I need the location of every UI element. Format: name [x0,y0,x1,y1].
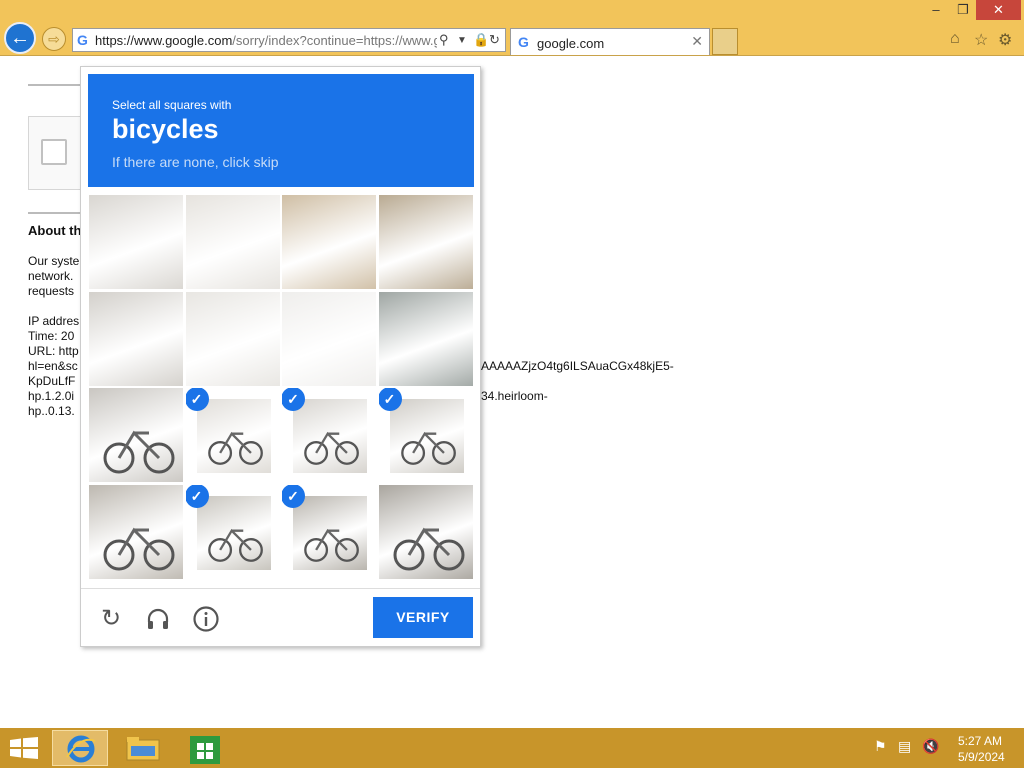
url-line: KpDuLfF [28,374,76,388]
tile-image [282,195,376,289]
network-icon[interactable]: ▤ [898,738,911,755]
image-tile[interactable]: ✓ [281,387,377,483]
image-tile[interactable] [377,483,474,580]
image-tile[interactable] [88,387,184,483]
divider [28,212,88,214]
tile-image [89,195,183,289]
image-tile[interactable] [88,194,184,290]
image-tile[interactable] [377,194,474,290]
image-tile[interactable] [281,194,377,290]
tile-image [293,495,367,570]
url-line: hl=en&sc [28,359,78,373]
info-icon[interactable] [192,605,220,633]
image-tile[interactable] [88,290,184,387]
minimize-button[interactable]: ‒ [922,0,950,20]
recaptcha-checkbox[interactable] [41,139,67,165]
challenge-header: Select all squares with bicycles If ther… [88,74,474,187]
tile-image [378,195,473,289]
file-explorer-taskbar-button[interactable] [115,730,171,766]
tile-image [185,195,280,289]
new-tab-button[interactable] [712,28,738,55]
url-text[interactable]: https://www.google.com/sorry/index?conti… [95,33,437,48]
image-tile[interactable]: ✓ [184,483,281,580]
arrow-left-icon: ← [10,27,30,49]
url-fragment: 34.heirloom- [481,389,548,403]
taskbar: ⚑ ▤ 🔇 5:27 AM 5/9/2024 [0,728,1024,768]
image-tile[interactable]: ✓ [377,387,474,483]
back-button[interactable]: ← [4,22,36,54]
image-tile[interactable]: ✓ [281,483,377,580]
headphones-audio-icon[interactable] [144,605,172,633]
about-heading: About th [28,223,82,238]
tile-image [378,484,473,579]
image-tile[interactable]: ✓ [184,387,281,483]
lock-icon[interactable]: 🔒 [473,32,489,48]
recaptcha-checkbox-card [28,116,88,190]
favorites-star-icon[interactable]: ☆ [974,30,988,50]
tile-image [293,399,367,473]
google-favicon-icon: G [518,34,529,50]
image-tile[interactable] [184,290,281,387]
close-window-button[interactable]: ✕ [976,0,1021,20]
clock-date[interactable]: 5/9/2024 [958,750,1005,764]
checkmark-icon: ✓ [282,484,305,508]
action-center-flag-icon[interactable]: ⚑ [874,738,887,755]
tile-image [89,388,183,482]
checkmark-icon: ✓ [185,388,209,411]
ip-label: IP addres [28,314,80,328]
volume-muted-icon[interactable]: 🔇 [922,738,939,755]
recaptcha-challenge: Select all squares with bicycles If ther… [80,66,481,647]
tile-image [185,291,280,386]
settings-gear-icon[interactable]: ⚙ [998,30,1012,50]
page-text-line: network. [28,269,74,283]
tile-image [89,291,183,386]
time-label: Time: 20 [28,329,75,343]
checkmark-icon: ✓ [282,388,305,411]
clock-time[interactable]: 5:27 AM [958,734,1002,748]
tile-image [89,484,183,579]
url-label: URL: http [28,344,79,358]
checkmark-icon: ✓ [378,388,402,411]
internet-explorer-taskbar-button[interactable] [52,730,108,766]
url-fragment: AAAAAZjzO4tg6ILSAuaCGx48kjE5- [481,359,674,373]
tile-image [196,495,271,570]
verify-button[interactable]: VERIFY [373,597,473,638]
dropdown-arrow-icon[interactable]: ▼ [457,35,467,46]
tile-image [378,291,473,386]
tab-close-icon[interactable]: ✕ [691,33,703,50]
tab-title: google.com [537,36,605,51]
browser-chrome: ‒ ❐ ✕ ← ⇨ G https://www.google.com/sorry… [0,0,1024,56]
image-tile[interactable] [88,483,184,580]
challenge-hint: If there are none, click skip [112,154,279,170]
page-text-line: requests [28,284,75,298]
tile-image [282,291,376,386]
arrow-right-icon: ⇨ [48,31,60,47]
reload-icon[interactable]: ↻ [97,605,125,633]
refresh-icon[interactable]: ↻ [489,32,500,48]
page-text-line: Our syste [28,254,80,268]
address-bar[interactable]: G https://www.google.com/sorry/index?con… [72,28,506,52]
restore-button[interactable]: ❐ [950,0,976,20]
footer-divider [81,588,480,589]
google-favicon-icon: G [77,32,88,48]
tab-google[interactable]: G google.com ✕ [510,28,710,55]
image-tile[interactable] [281,290,377,387]
challenge-image-grid: ✓ ✓ ✓ ✓ ✓ [88,194,474,580]
image-tile[interactable] [184,194,281,290]
forward-button[interactable]: ⇨ [42,27,66,51]
tile-image [389,399,464,473]
checkmark-icon: ✓ [185,484,209,508]
search-icon[interactable]: ⚲ [439,32,449,48]
store-taskbar-button[interactable] [176,730,232,766]
challenge-instruction: Select all squares with [112,98,232,112]
challenge-target: bicycles [112,114,219,144]
url-line: hp..0.13. [28,404,75,418]
windows-start-icon[interactable] [10,737,38,759]
home-icon[interactable]: ⌂ [950,30,960,48]
tile-image [196,399,271,473]
url-line: hp.1.2.0i [28,389,75,403]
divider [28,84,88,86]
image-tile[interactable] [377,290,474,387]
